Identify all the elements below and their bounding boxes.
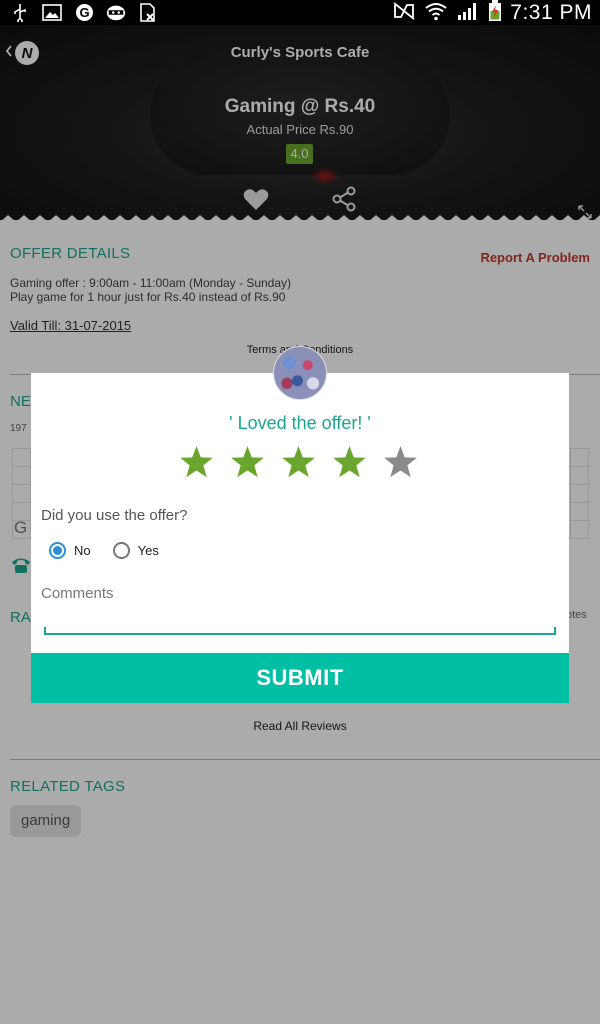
sim-card-icon [138, 3, 158, 22]
clock: 7:31 PM [510, 1, 592, 24]
rating-headline: ' Loved the offer! ' [229, 413, 371, 433]
notification-icons: G [10, 3, 158, 22]
star-icon[interactable] [383, 445, 418, 479]
offer-used-question: Did you use the offer? [41, 507, 188, 524]
star-icon[interactable] [230, 445, 265, 479]
usb-icon [10, 3, 30, 22]
wifi-icon [424, 1, 448, 26]
star-rating[interactable] [179, 445, 418, 479]
rating-dialog: ' Loved the offer! ' Did you use the off… [31, 373, 569, 703]
submit-button[interactable]: SUBMIT [31, 653, 569, 703]
status-bar: G 7:31 PM [0, 0, 600, 25]
comments-input[interactable] [44, 605, 556, 635]
ninja-icon [106, 3, 126, 22]
input-underline-tick [554, 627, 556, 635]
app-g-icon: G [74, 3, 94, 22]
comments-label: Comments [41, 585, 114, 602]
nfc-muted-icon [392, 1, 416, 25]
signal-icon [456, 1, 480, 26]
user-avatar [273, 346, 327, 400]
star-icon[interactable] [332, 445, 367, 479]
input-underline-tick [44, 627, 46, 635]
star-icon[interactable] [179, 445, 214, 479]
radio-yes[interactable] [112, 542, 130, 559]
offer-used-radio-group: No Yes [49, 542, 181, 559]
battery-charging-icon [488, 0, 502, 27]
system-icons: 7:31 PM [392, 0, 592, 27]
image-icon [42, 3, 62, 22]
star-icon[interactable] [281, 445, 316, 479]
svg-text:G: G [79, 5, 89, 20]
radio-yes-label[interactable]: Yes [138, 543, 159, 558]
radio-no[interactable] [49, 542, 66, 559]
radio-no-label[interactable]: No [74, 543, 91, 558]
